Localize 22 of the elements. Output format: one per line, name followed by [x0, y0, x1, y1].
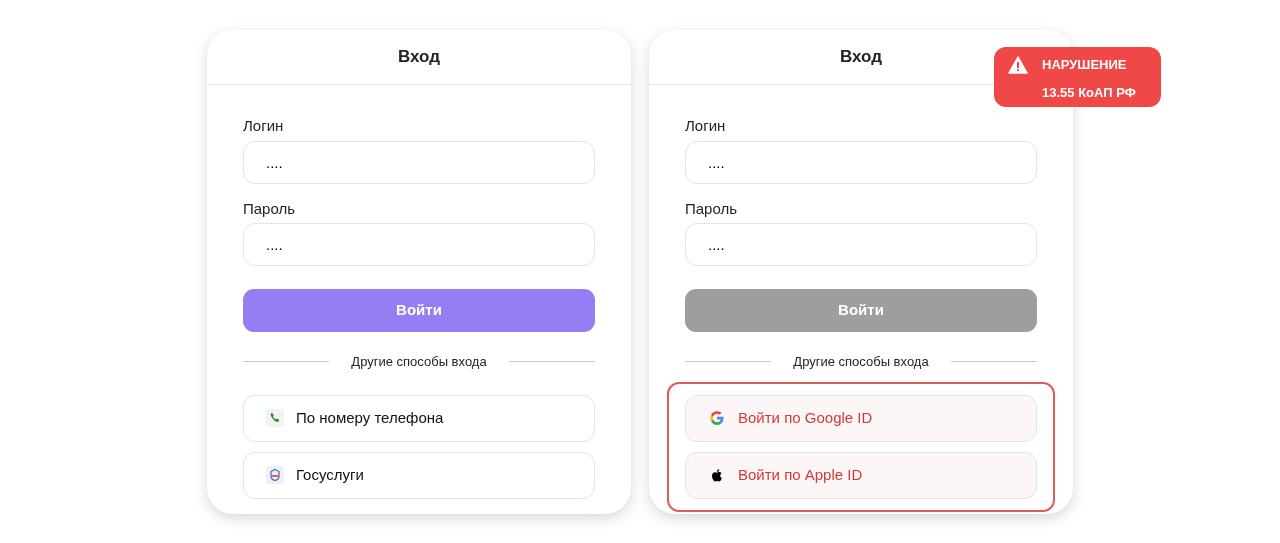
- warning-icon: [1008, 56, 1028, 74]
- input-field[interactable]: ....: [685, 223, 1037, 266]
- divider-text: Другие способы входа: [351, 353, 487, 371]
- badge-title: НАРУШЕНИЕ: [1042, 56, 1128, 74]
- login-option-button[interactable]: По номеру телефона: [243, 394, 595, 442]
- shield-icon: [266, 466, 284, 484]
- input-field[interactable]: ....: [243, 223, 595, 266]
- login-option-button[interactable]: Войти по Apple ID: [685, 451, 1037, 499]
- divider-text: Другие способы входа: [793, 353, 929, 371]
- login-option-button[interactable]: Войти по Google ID: [685, 394, 1037, 442]
- input-field[interactable]: ....: [243, 140, 595, 184]
- field-label: Логин: [685, 116, 726, 136]
- google-icon: [708, 409, 726, 427]
- input-field[interactable]: ....: [685, 140, 1037, 184]
- card-title: Вход: [839, 46, 882, 69]
- field-label: Пароль: [243, 198, 296, 219]
- field-label: Пароль: [685, 198, 738, 219]
- field-label: Логин: [243, 116, 284, 136]
- badge-subtitle: 13.55 КоАП РФ: [1042, 83, 1136, 102]
- card-title: Вход: [397, 46, 440, 69]
- login-option-button[interactable]: Госуслуги: [243, 451, 595, 499]
- phone-icon: [266, 409, 284, 427]
